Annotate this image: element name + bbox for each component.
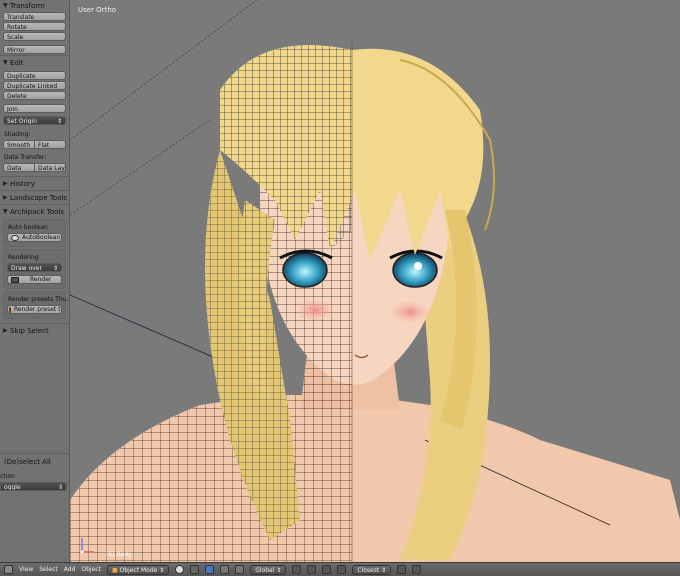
object-mode-icon: ■ [111,566,118,574]
camera-icon[interactable] [412,565,422,574]
draw-over-dropdown[interactable]: Draw over ⇕ [7,263,62,272]
character-render [70,0,680,562]
rotate-button[interactable]: Rotate [3,22,66,31]
auto-boolean-box: Auto boolean AutoBoolean [3,219,66,247]
expand-triangle-icon: ▶ [3,327,8,334]
orientation-dropdown[interactable]: Global ⇕ [250,564,287,575]
dropdown-arrows-icon: ⇕ [56,118,62,125]
panel-header-edit[interactable]: ▼ Edit [0,57,69,68]
expand-triangle-icon: ▶ [3,194,8,201]
rotate-manipulator-icon[interactable] [235,565,245,574]
boolean-icon [11,234,19,241]
render-presets-box: Render presets Thu... Render preset th..… [3,291,70,319]
pivot-point-icon[interactable] [190,565,200,574]
panel-header-history[interactable]: ▶ History [0,178,69,189]
camera-icon [11,276,19,283]
divider [0,453,69,454]
mode-dropdown[interactable]: ■ Object Mode ⇕ [106,564,170,575]
action-label: ction [0,473,15,480]
smooth-button[interactable]: Smooth [3,140,35,149]
menu-add[interactable]: Add [64,566,76,573]
expand-triangle-icon: ▶ [3,180,8,187]
panel-header-skip-select[interactable]: ▶ Skip Select [0,325,69,336]
duplicate-button[interactable]: Duplicate [3,71,66,80]
render-preset-button[interactable]: Render preset th... [7,305,62,314]
divider [0,204,69,205]
viewport-title: User Ortho [78,6,117,14]
set-origin-dropdown[interactable]: Set Origin ⇕ [3,116,66,125]
collapse-triangle-icon: ▼ [3,208,8,215]
flat-button[interactable]: Flat [35,140,66,149]
divider [0,176,69,177]
collapse-triangle-icon: ▼ [3,59,8,66]
auto-boolean-label: Auto boolean [8,224,48,231]
dropdown-arrows-icon: ⇕ [52,265,58,272]
mirror-button[interactable]: Mirror [3,45,66,54]
data-transfer-label: Data Transfer: [4,154,47,161]
join-button[interactable]: Join [3,104,66,113]
render-icon[interactable] [397,565,407,574]
viewport-shading-icon[interactable] [175,565,185,574]
menu-object[interactable]: Object [81,566,101,573]
auto-boolean-button[interactable]: AutoBoolean [7,233,62,242]
blender-window: ▼ Transform Translate Rotate Scale Mirro… [0,0,680,576]
layer-icon[interactable] [307,565,317,574]
shading-label: Shading: [4,131,31,138]
menu-view[interactable]: View [19,566,33,573]
active-object-label: (6) Body [106,551,132,558]
data-transfer-buttons: Data Data Layo [3,163,66,172]
rendering-label: Rendering [8,254,39,261]
operator-panel: (De)select All ction oggle ⇕ [0,452,69,492]
magnet-icon[interactable] [322,565,332,574]
divider [0,190,69,191]
operator-title: (De)select All [4,458,51,466]
dropdown-arrows-icon: ⇕ [57,484,63,491]
manipulator-icon[interactable] [205,565,215,574]
translate-manipulator-icon[interactable] [220,565,230,574]
data-layout-button[interactable]: Data Layo [35,163,66,172]
snap-element-icon[interactable] [337,565,347,574]
panel-header-landscape-tools[interactable]: ▶ Landscape Tools [0,192,69,203]
collapse-triangle-icon: ▼ [3,2,8,9]
panel-header-transform[interactable]: ▼ Transform [0,0,69,11]
rendering-box: Rendering Draw over ⇕ Render [3,249,66,289]
tool-shelf: ▼ Transform Translate Rotate Scale Mirro… [0,0,70,562]
data-button[interactable]: Data [3,163,35,172]
snap-target-dropdown[interactable]: Closest ⇕ [352,564,392,575]
viewport-header: View Select Add Object ■ Object Mode ⇕ G… [0,562,680,576]
translate-button[interactable]: Translate [3,12,66,21]
warning-icon [9,306,11,313]
panel-header-archipack-tools[interactable]: ▼ Archipack Tools [0,206,69,217]
menu-select[interactable]: Select [39,566,58,573]
shading-buttons: Smooth Flat [3,140,66,149]
render-presets-label: Render presets Thu... [8,296,70,303]
divider [0,323,69,324]
layer-icon[interactable] [292,565,302,574]
3d-viewport[interactable]: User Ortho (6) Body [70,0,680,562]
delete-button[interactable]: Delete [3,91,66,100]
editor-type-icon[interactable] [4,565,13,574]
scale-button[interactable]: Scale [3,32,66,41]
duplicate-linked-button[interactable]: Duplicate Linked [3,81,66,90]
divider [0,55,69,56]
action-dropdown[interactable]: oggle ⇕ [0,482,67,491]
render-button[interactable]: Render [7,275,62,284]
